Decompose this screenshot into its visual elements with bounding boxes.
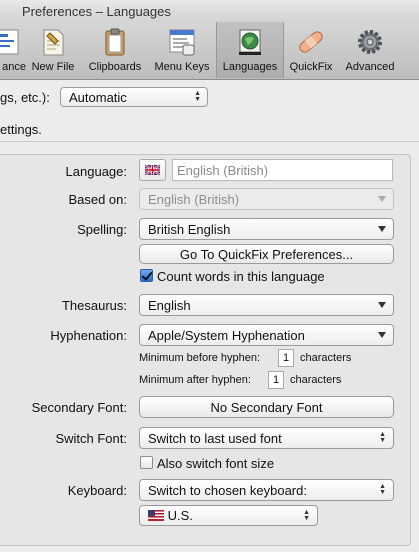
also-switch-size-label: Also switch font size	[157, 456, 275, 471]
toolbar-item-menu-keys[interactable]: Menu Keys	[151, 22, 213, 78]
stepper-arrows-icon: ▲ ▼	[379, 431, 386, 444]
spelling-value: British English	[148, 222, 231, 237]
quickfix-preferences-button[interactable]: Go To QuickFix Preferences...	[139, 244, 394, 264]
secondary-font-label: Secondary Font:	[31, 400, 127, 415]
thesaurus-popup[interactable]: English	[139, 294, 394, 316]
spelling-label: Spelling:	[77, 222, 127, 237]
toolbar-item-clipboards[interactable]: Clipboards	[83, 22, 147, 78]
detection-popup[interactable]: Automatic ▲ ▼	[60, 87, 208, 107]
language-name-field[interactable]: English (British)	[172, 159, 393, 181]
detection-label: gs, etc.):	[0, 90, 50, 105]
min-before-unit: characters	[300, 352, 352, 364]
based-on-label: Based on:	[68, 192, 127, 207]
switch-font-popup[interactable]: Switch to last used font ▲ ▼	[139, 427, 394, 449]
keyboard-popup[interactable]: Switch to chosen keyboard: ▲ ▼	[139, 479, 394, 501]
based-on-value: English (British)	[148, 192, 240, 207]
new-file-icon	[43, 29, 64, 56]
chevron-down-icon	[378, 226, 386, 232]
divider	[0, 141, 419, 142]
keyboard-label: Keyboard:	[67, 483, 127, 498]
globe-flag-icon	[239, 29, 261, 55]
toolbar-label-advanced: Advanced	[345, 61, 395, 73]
language-detection-row: gs, etc.): Automatic ▲ ▼	[0, 86, 419, 110]
chevron-down-icon	[378, 196, 386, 202]
based-on-popup[interactable]: English (British)	[139, 188, 394, 210]
switch-font-label: Switch Font:	[55, 431, 127, 446]
appearance-icon	[0, 29, 19, 55]
toolbar-item-advanced[interactable]: Advanced	[340, 22, 400, 78]
spelling-popup[interactable]: British English	[139, 218, 394, 240]
chevron-down-icon	[378, 332, 386, 338]
preferences-toolbar: ance New File Clipboards Menu Keys Langu…	[0, 22, 419, 80]
count-words-checkbox[interactable]	[140, 269, 153, 282]
toolbar-item-languages[interactable]: Languages	[216, 22, 284, 78]
min-after-unit: characters	[290, 374, 342, 386]
thesaurus-value: English	[148, 298, 191, 313]
secondary-font-button[interactable]: No Secondary Font	[139, 396, 394, 418]
min-before-hyphen-field[interactable]: 1	[278, 349, 294, 367]
hyphenation-label: Hyphenation:	[50, 328, 127, 343]
chevron-down-icon	[378, 302, 386, 308]
title-bar: Preferences – Languages	[0, 0, 419, 22]
settings-description: ettings.	[0, 122, 42, 137]
count-words-label: Count words in this language	[157, 269, 325, 284]
keyboard-value: Switch to chosen keyboard:	[148, 483, 307, 498]
language-label: Language:	[65, 164, 127, 179]
toolbar-label-languages: Languages	[222, 61, 278, 73]
stepper-arrows-icon: ▲ ▼	[194, 90, 201, 103]
min-after-hyphen-field[interactable]: 1	[268, 371, 284, 389]
menu-keys-icon	[169, 29, 195, 56]
toolbar-label-new-file: New File	[31, 61, 75, 73]
toolbar-label-appearance: ance	[2, 61, 26, 73]
switch-font-value: Switch to last used font	[148, 431, 282, 446]
uk-flag-icon	[144, 164, 161, 176]
stepper-arrows-icon: ▲ ▼	[379, 483, 386, 496]
toolbar-label-clipboards: Clipboards	[88, 61, 142, 73]
hyphenation-value: Apple/System Hyphenation	[148, 328, 305, 343]
toolbar-label-menu-keys: Menu Keys	[154, 61, 210, 73]
keyboard-layout-value: U.S.	[167, 508, 193, 523]
gear-icon	[358, 30, 382, 54]
also-switch-size-checkbox[interactable]	[140, 456, 153, 469]
keyboard-layout-popup[interactable]: U.S. ▲ ▼	[139, 505, 318, 526]
language-flag-button[interactable]	[139, 159, 166, 181]
hyphenation-popup[interactable]: Apple/System Hyphenation	[139, 324, 394, 346]
toolbar-item-appearance[interactable]: ance	[0, 22, 26, 78]
min-after-hyphen-label: Minimum after hyphen:	[139, 374, 251, 386]
detection-value: Automatic	[69, 90, 127, 105]
toolbar-item-new-file[interactable]: New File	[28, 22, 78, 78]
window-title: Preferences – Languages	[22, 4, 171, 19]
min-before-hyphen-label: Minimum before hyphen:	[139, 352, 261, 364]
stepper-arrows-icon: ▲ ▼	[303, 509, 310, 522]
bandage-icon	[299, 31, 323, 53]
toolbar-label-quickfix: QuickFix	[289, 61, 333, 73]
window-bottom	[0, 546, 419, 552]
toolbar-item-quickfix[interactable]: QuickFix	[285, 22, 337, 78]
clipboard-icon	[105, 28, 125, 56]
us-flag-icon	[148, 510, 164, 521]
thesaurus-label: Thesaurus:	[61, 298, 127, 313]
